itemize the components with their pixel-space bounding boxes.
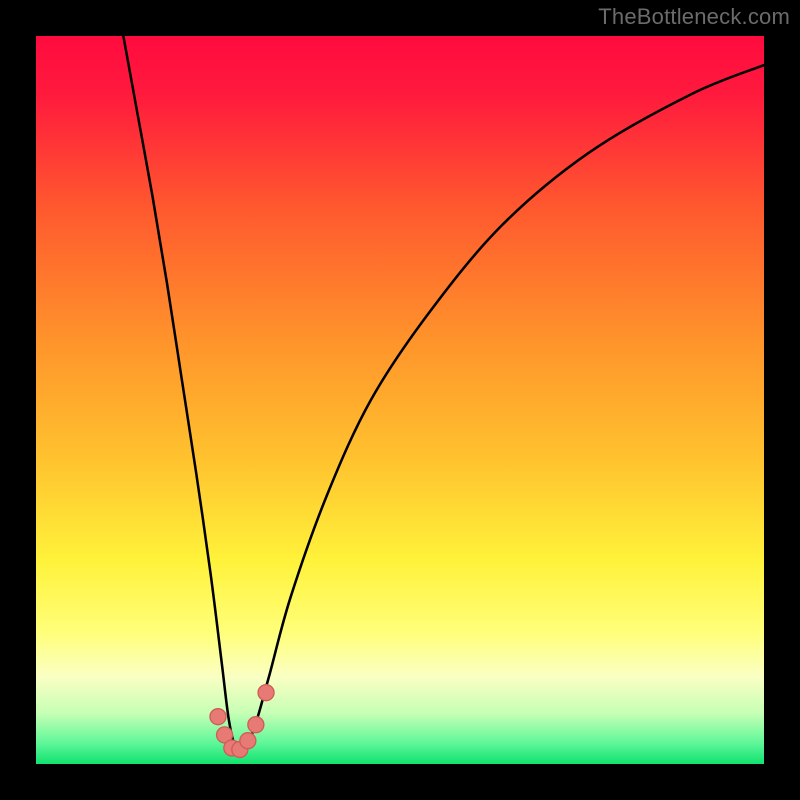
curve-markers <box>210 685 274 758</box>
bottleneck-curve <box>123 36 764 753</box>
curve-marker <box>240 733 256 749</box>
plot-area <box>36 36 764 764</box>
curve-layer <box>36 36 764 764</box>
curve-marker <box>210 709 226 725</box>
curve-marker <box>248 717 264 733</box>
curve-marker <box>258 685 274 701</box>
watermark-text: TheBottleneck.com <box>598 4 790 30</box>
chart-root: TheBottleneck.com <box>0 0 800 800</box>
